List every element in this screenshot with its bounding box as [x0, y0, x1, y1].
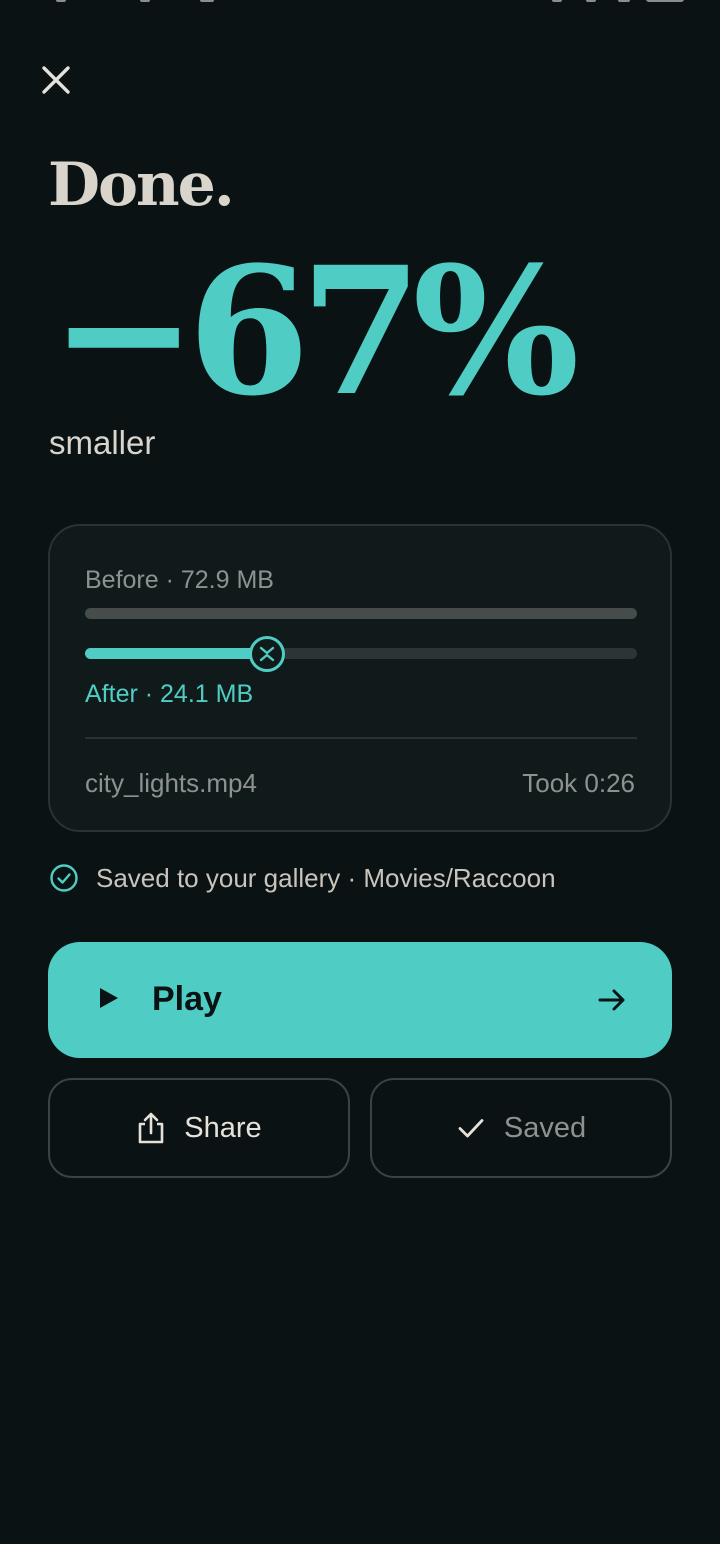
status-icon	[56, 0, 66, 2]
play-button[interactable]: Play	[48, 942, 672, 1058]
page-title: Done.	[48, 150, 235, 220]
after-size-label: After · 24.1 MB	[85, 680, 254, 708]
before-size-label: Before · 72.9 MB	[85, 566, 274, 594]
before-size-bar	[85, 608, 637, 619]
close-button[interactable]	[36, 60, 76, 100]
size-comparison-card: Before · 72.9 MB After · 24.1 MB city_li…	[48, 524, 672, 832]
status-icon	[200, 0, 214, 2]
check-circle-icon	[50, 864, 78, 892]
share-button-label: Share	[184, 1111, 262, 1144]
signal-icon	[552, 0, 562, 2]
after-size-bar	[85, 636, 637, 672]
status-bar	[0, 0, 720, 6]
compression-result-screen: Done. −67% smaller Before · 72.9 MB Afte…	[0, 0, 720, 1544]
elapsed-time: Took 0:26	[522, 768, 635, 798]
battery-icon	[646, 0, 684, 2]
close-icon	[42, 66, 70, 94]
after-size-marker	[249, 636, 286, 672]
status-icon	[140, 0, 150, 2]
play-button-label: Play	[152, 980, 222, 1018]
saved-status: Saved to your gallery · Movies/Raccoon	[48, 860, 556, 896]
saved-button-label: Saved	[503, 1111, 587, 1144]
check-icon	[458, 1119, 484, 1138]
reduction-caption: smaller	[49, 424, 156, 461]
file-name: city_lights.mp4	[85, 768, 257, 798]
card-divider	[85, 737, 637, 739]
share-icon	[138, 1112, 164, 1144]
saved-button[interactable]: Saved	[370, 1078, 672, 1178]
share-button[interactable]: Share	[48, 1078, 350, 1178]
network-icon	[618, 0, 630, 2]
wifi-icon	[586, 0, 596, 2]
arrow-right-icon	[598, 989, 625, 1011]
after-size-fill	[85, 648, 268, 659]
reduction-percent: −67%	[50, 228, 580, 435]
play-icon	[100, 988, 118, 1008]
compress-icon	[260, 646, 275, 662]
saved-status-text: Saved to your gallery · Movies/Raccoon	[96, 862, 556, 893]
